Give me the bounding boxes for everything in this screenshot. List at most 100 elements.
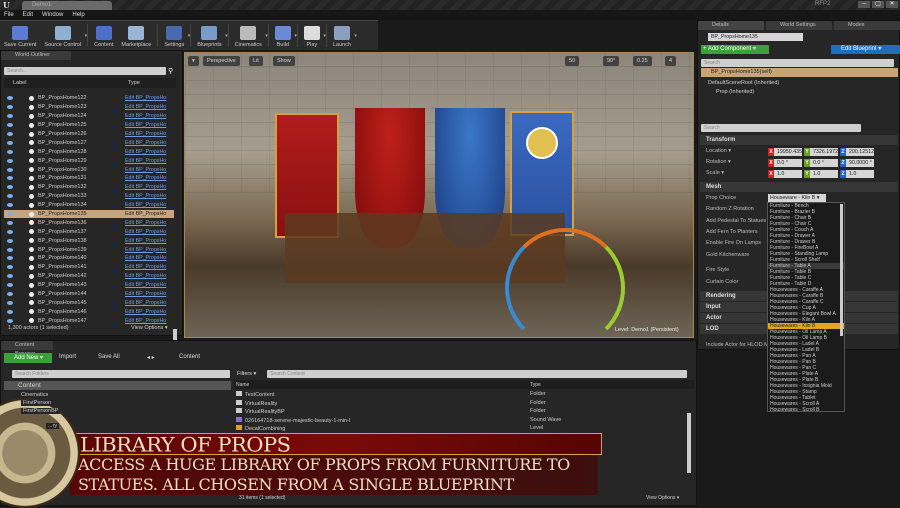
location-y-field[interactable]: Y 7326.1972 bbox=[804, 148, 838, 156]
menu-window[interactable]: Window bbox=[42, 10, 63, 20]
edit-blueprint-button[interactable]: Edit Blueprint ▾ bbox=[831, 45, 900, 54]
edit-blueprint-link[interactable]: Edit BP_PropsHo bbox=[125, 300, 170, 306]
edit-blueprint-link[interactable]: Edit BP_PropsHo bbox=[125, 202, 170, 208]
save-all-button[interactable]: Save All bbox=[98, 354, 120, 360]
outliner-row[interactable]: BP_PropsHome136 Edit BP_PropsHo bbox=[4, 218, 174, 227]
eye-icon[interactable] bbox=[7, 132, 13, 136]
eye-icon[interactable] bbox=[7, 176, 13, 181]
marketplace-button[interactable]: Marketplace bbox=[117, 21, 155, 50]
eye-icon[interactable] bbox=[7, 309, 13, 314]
edit-blueprint-link[interactable]: Edit BP_PropsHo bbox=[125, 229, 170, 235]
chevron-down-icon[interactable]: ▾ bbox=[294, 33, 297, 39]
prop-choice-list[interactable]: Furniture - Bench Furniture - Brazier B Fu… bbox=[767, 202, 845, 412]
document-tab[interactable]: Demo1 bbox=[22, 1, 112, 10]
outliner-row[interactable]: BP_PropsHome125 Edit BP_PropsHo bbox=[4, 121, 174, 130]
source-control-button[interactable]: Source Control ▾ bbox=[40, 21, 87, 50]
eye-icon[interactable] bbox=[7, 158, 13, 163]
outliner-row[interactable]: BP_PropsHome124 Edit BP_PropsHo bbox=[4, 112, 174, 121]
edit-blueprint-link[interactable]: Edit BP_PropsHo bbox=[125, 95, 170, 101]
minimize-button[interactable]: – bbox=[858, 1, 870, 8]
tab-world-settings[interactable]: World Settings bbox=[766, 21, 832, 30]
edit-blueprint-link[interactable]: Edit BP_PropsHo bbox=[125, 211, 170, 217]
asset-row[interactable]: 026164718-serene-majestic-beauty-1-min-l… bbox=[236, 416, 691, 425]
default-scene-root-row[interactable]: DefaultSceneRoot (Inherited) bbox=[708, 80, 779, 86]
outliner-row[interactable]: BP_PropsHome143 Edit BP_PropsHo bbox=[4, 281, 174, 290]
location-x-field[interactable]: X 19950.435 bbox=[768, 148, 802, 156]
eye-icon[interactable] bbox=[7, 300, 13, 305]
outliner-row[interactable]: BP_PropsHome132 Edit BP_PropsHo bbox=[4, 183, 174, 192]
asset-row[interactable]: TestContent Folder bbox=[236, 391, 691, 399]
outliner-row[interactable]: BP_PropsHome133 Edit BP_PropsHo bbox=[4, 192, 174, 201]
asset-row[interactable]: DecalCombining Level bbox=[236, 425, 691, 433]
add-component-button[interactable]: + Add Component ▾ bbox=[701, 45, 769, 54]
folder-partial[interactable]: ...ry bbox=[46, 423, 60, 429]
outliner-row[interactable]: BP_PropsHome144 Edit BP_PropsHo bbox=[4, 290, 174, 299]
label-column-header[interactable]: Label bbox=[13, 80, 26, 86]
edit-blueprint-link[interactable]: Edit BP_PropsHo bbox=[125, 264, 170, 270]
edit-blueprint-link[interactable]: Edit BP_PropsHo bbox=[125, 247, 170, 253]
settings-button[interactable]: Settings ▾ bbox=[160, 21, 190, 50]
eye-icon[interactable] bbox=[7, 167, 13, 172]
play-button[interactable]: Play ▾ bbox=[300, 21, 326, 50]
rotation-y-field[interactable]: Y 0.0 ° bbox=[804, 159, 838, 167]
outliner-row[interactable]: BP_PropsHome142 Edit BP_PropsHo bbox=[4, 272, 174, 281]
eye-icon[interactable] bbox=[7, 212, 13, 217]
build-button[interactable]: Build ▾ bbox=[271, 21, 297, 50]
menu-edit[interactable]: Edit bbox=[23, 10, 33, 20]
content-view-options-button[interactable]: View Options ▾ bbox=[646, 495, 679, 501]
component-search-input[interactable]: Search bbox=[701, 59, 894, 67]
outliner-row[interactable]: BP_PropsHome139 Edit BP_PropsHo bbox=[4, 245, 174, 254]
outliner-row[interactable]: BP_PropsHome135 Edit BP_PropsHo bbox=[4, 209, 174, 219]
rotation-z-field[interactable]: Z 90.0000 ° bbox=[840, 159, 874, 167]
outliner-row[interactable]: BP_PropsHome122 Edit BP_PropsHo bbox=[4, 94, 174, 103]
outliner-row[interactable]: BP_PropsHome131 Edit BP_PropsHo bbox=[4, 174, 174, 183]
import-button[interactable]: Import bbox=[59, 354, 76, 360]
outliner-row[interactable]: BP_PropsHome130 Edit BP_PropsHo bbox=[4, 165, 174, 174]
outliner-row[interactable]: BP_PropsHome138 Edit BP_PropsHo bbox=[4, 236, 174, 245]
edit-blueprint-link[interactable]: Edit BP_PropsHo bbox=[125, 158, 170, 164]
outliner-row[interactable]: BP_PropsHome134 Edit BP_PropsHo bbox=[4, 201, 174, 210]
asset-row[interactable]: VirtualRealityBP Folder bbox=[236, 408, 691, 416]
eye-icon[interactable] bbox=[7, 194, 13, 199]
chevron-down-icon[interactable]: ▾ bbox=[323, 33, 326, 39]
save-current-button[interactable]: Save Current bbox=[0, 21, 40, 50]
outliner-search-input[interactable]: Search... bbox=[4, 67, 166, 75]
chevron-down-icon[interactable]: ▾ bbox=[354, 33, 357, 39]
launch-button[interactable]: Launch ▾ bbox=[329, 21, 357, 50]
asset-row[interactable]: VirtualReality Folder bbox=[236, 399, 691, 408]
tab-details[interactable]: Details bbox=[698, 21, 764, 30]
close-button[interactable]: ✕ bbox=[886, 1, 898, 8]
level-viewport[interactable]: ▾ Perspective Lit Show 50 90° 0.25 4 Lev… bbox=[184, 52, 694, 338]
eye-icon[interactable] bbox=[7, 318, 13, 323]
transform-category[interactable]: Transform bbox=[700, 135, 898, 145]
view-options-button[interactable]: View Options ▾ bbox=[131, 325, 168, 331]
folder-search-input[interactable]: Search Folders bbox=[12, 370, 230, 378]
edit-blueprint-link[interactable]: Edit BP_PropsHo bbox=[125, 184, 170, 190]
add-new-button[interactable]: Add New ▾ bbox=[4, 353, 52, 363]
outliner-row[interactable]: BP_PropsHome127 Edit BP_PropsHo bbox=[4, 138, 174, 147]
prop-choice-option[interactable]: Housewares - Scroll B bbox=[768, 407, 844, 411]
scale-y-field[interactable]: Y 1.0 bbox=[804, 170, 838, 178]
eye-icon[interactable] bbox=[7, 149, 13, 154]
eye-icon[interactable] bbox=[7, 274, 13, 279]
path-breadcrumb[interactable]: Content bbox=[179, 354, 200, 360]
edit-blueprint-link[interactable]: Edit BP_PropsHo bbox=[125, 193, 170, 199]
type-column-header[interactable]: Type bbox=[128, 80, 140, 86]
eye-icon[interactable] bbox=[7, 140, 13, 145]
content-button[interactable]: Content bbox=[90, 21, 117, 50]
viewport-options-button[interactable]: ▾ bbox=[188, 56, 199, 66]
component-self-row[interactable]: BP_PropsHome135(self) bbox=[701, 68, 898, 77]
eye-icon[interactable] bbox=[7, 105, 13, 110]
eye-icon[interactable] bbox=[7, 114, 13, 119]
outliner-row[interactable]: BP_PropsHome128 Edit BP_PropsHo bbox=[4, 147, 174, 156]
folder-firstpersonbp[interactable]: FirstPersonBP bbox=[21, 408, 61, 414]
content-search-input[interactable]: Search Content bbox=[267, 370, 687, 378]
outliner-row[interactable]: BP_PropsHome147 Edit BP_PropsHo bbox=[4, 316, 174, 325]
folder-content[interactable]: Content bbox=[4, 381, 231, 390]
maximize-button[interactable]: ▢ bbox=[872, 1, 884, 8]
outliner-row[interactable]: BP_PropsHome141 Edit BP_PropsHo bbox=[4, 263, 174, 272]
camera-speed-button[interactable]: 4 bbox=[665, 56, 677, 66]
eye-icon[interactable] bbox=[7, 256, 13, 261]
edit-blueprint-link[interactable]: Edit BP_PropsHo bbox=[125, 291, 170, 297]
menu-file[interactable]: File bbox=[4, 10, 14, 20]
